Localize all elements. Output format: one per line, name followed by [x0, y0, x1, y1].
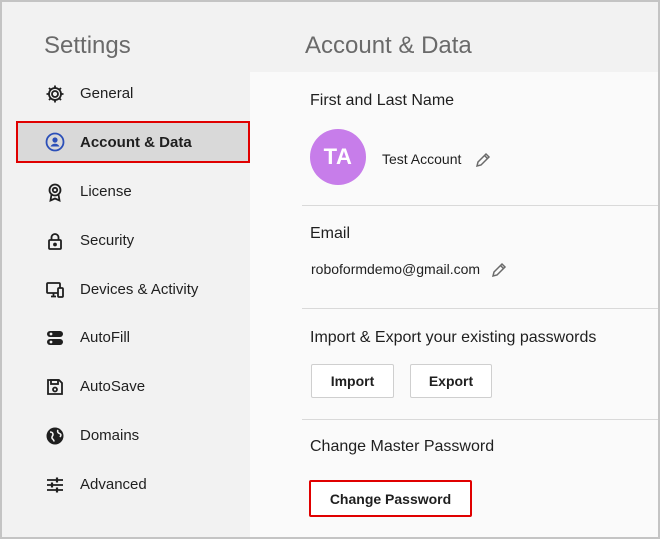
lock-icon: [44, 230, 66, 252]
account-name: Test Account: [382, 151, 462, 167]
sidebar-item-label: AutoFill: [80, 329, 131, 346]
account-icon: [44, 131, 66, 153]
import-export-heading: Import & Export your existing passwords: [310, 329, 597, 346]
account-email: roboformdemo@gmail.com: [311, 261, 481, 277]
sidebar-item-autosave[interactable]: AutoSave: [16, 367, 250, 406]
license-badge-icon: [44, 181, 66, 203]
sidebar-item-label: License: [80, 183, 132, 200]
divider: [302, 308, 658, 309]
sidebar-item-advanced[interactable]: Advanced: [16, 465, 250, 504]
sidebar-item-label: Devices & Activity: [80, 281, 199, 298]
sidebar-item-license[interactable]: License: [16, 172, 250, 211]
sidebar-item-general[interactable]: General: [16, 74, 250, 113]
sidebar-item-label: Domains: [80, 427, 140, 444]
sidebar-item-account-data[interactable]: Account & Data: [16, 121, 250, 163]
sidebar-item-label: Security: [80, 232, 135, 249]
export-button[interactable]: Export: [410, 364, 492, 398]
sidebar-item-security[interactable]: Security: [16, 221, 250, 260]
page-title: Account & Data: [305, 32, 472, 59]
sidebar-title: Settings: [44, 32, 131, 59]
name-section-heading: First and Last Name: [310, 92, 455, 109]
main-content: [250, 72, 658, 537]
save-icon: [44, 376, 66, 398]
sliders-icon: [44, 474, 66, 496]
edit-name-pencil-icon[interactable]: [474, 151, 492, 169]
sidebar: Settings General Account & Data License …: [2, 2, 250, 537]
change-password-button[interactable]: Change Password: [309, 480, 472, 517]
sidebar-item-devices-activity[interactable]: Devices & Activity: [16, 270, 250, 309]
sidebar-item-label: General: [80, 85, 134, 102]
autofill-icon: [44, 327, 66, 349]
sidebar-item-label: Advanced: [80, 476, 147, 493]
divider: [302, 419, 658, 420]
edit-email-pencil-icon[interactable]: [490, 261, 508, 279]
sidebar-item-label: AutoSave: [80, 378, 146, 395]
gear-icon: [44, 83, 66, 105]
divider: [302, 205, 658, 206]
sidebar-item-domains[interactable]: Domains: [16, 416, 250, 455]
devices-icon: [44, 279, 66, 301]
change-master-password-heading: Change Master Password: [310, 438, 495, 455]
email-section-heading: Email: [310, 225, 351, 242]
settings-window: Settings General Account & Data License …: [0, 0, 660, 539]
avatar: TA: [310, 129, 366, 185]
import-button[interactable]: Import: [311, 364, 394, 398]
sidebar-item-autofill[interactable]: AutoFill: [16, 318, 250, 357]
globe-icon: [44, 425, 66, 447]
sidebar-item-label: Account & Data: [80, 133, 192, 151]
